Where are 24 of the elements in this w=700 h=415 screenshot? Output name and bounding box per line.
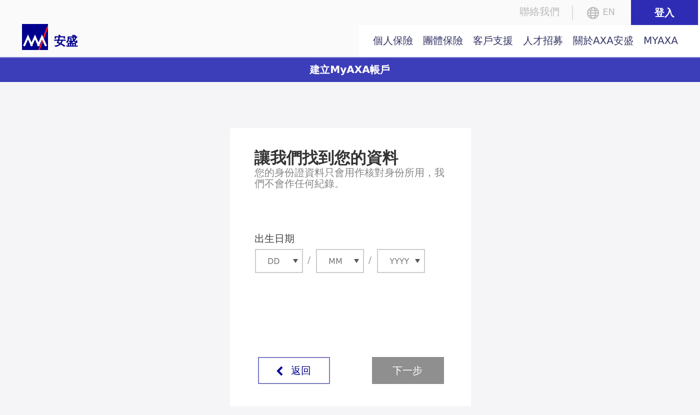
caret-icon xyxy=(292,259,298,263)
nav-item[interactable]: MYAXA xyxy=(644,36,678,46)
globe-icon xyxy=(586,6,599,18)
nav-item[interactable]: 個人保險 xyxy=(372,34,413,48)
caret-icon xyxy=(354,259,359,263)
chevron-left-icon xyxy=(276,366,283,376)
nav-item[interactable]: 團體保險 xyxy=(422,34,463,48)
date-separator: / xyxy=(306,256,312,266)
date-separator: / xyxy=(368,256,373,266)
card-title: 讓我們找到您的資料 xyxy=(254,148,400,168)
date-select[interactable]: DD xyxy=(254,249,302,273)
back-button[interactable]: 返回 xyxy=(258,357,330,384)
date-select[interactable]: YYYY xyxy=(376,249,425,273)
logo-text: 安盛 xyxy=(54,33,78,50)
nav-item[interactable]: 人才招募 xyxy=(522,34,563,48)
caret-icon xyxy=(414,259,420,263)
date-select[interactable]: MM xyxy=(316,249,364,273)
date-label: 出生日期 xyxy=(254,232,296,246)
nav-item[interactable]: 客戶支援 xyxy=(472,34,513,48)
card-description: 您的身份證資料只會用作核對身份所用，我們不會作任何紀錄。 xyxy=(254,168,446,190)
logo-icon xyxy=(22,24,48,50)
banner-title: 建立MyAXA帳戶 xyxy=(310,63,390,77)
nav-item[interactable]: 關於AXA安盛 xyxy=(572,34,634,48)
login-button[interactable]: 登入 xyxy=(631,0,698,25)
